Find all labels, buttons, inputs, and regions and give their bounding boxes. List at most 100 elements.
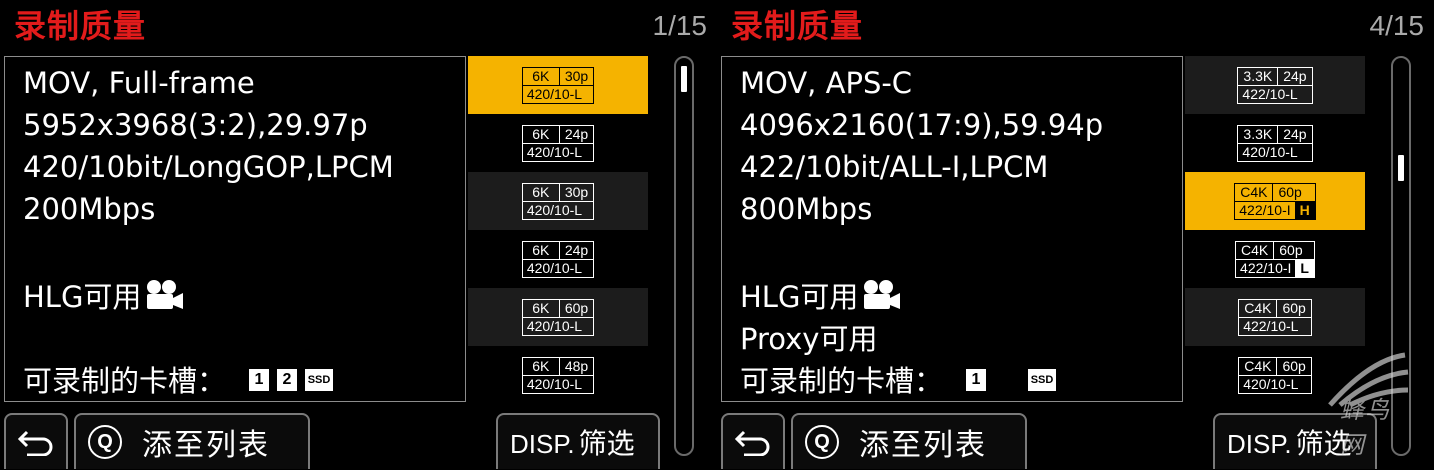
quality-option[interactable]: 6K 30p 420/10-L xyxy=(468,172,648,230)
screen-left: 录制质量 1/15 MOV, Full-frame 5952x3968(3:2)… xyxy=(0,0,717,470)
add-to-list-button[interactable]: Q 添至列表 xyxy=(74,413,310,469)
q-key-icon: Q xyxy=(805,425,839,459)
add-to-list-button[interactable]: Q 添至列表 xyxy=(791,413,1027,469)
format-label: 420/10-L xyxy=(526,143,583,160)
quality-option[interactable]: 6K 30p 420/10-L xyxy=(468,56,648,114)
watermark-text: 蜂鸟网 xyxy=(1340,396,1390,459)
quality-option[interactable]: 6K 24p 420/10-L xyxy=(468,230,648,288)
quality-option[interactable]: C4K 60p 422/10-I H xyxy=(1185,172,1365,230)
info-proxy: Proxy可用 xyxy=(740,322,878,356)
format-label: 422/10-I xyxy=(1240,259,1292,276)
resolution-label: 6K xyxy=(523,241,560,259)
quality-badge-icon: 6K 60p 420/10-L xyxy=(521,298,595,336)
info-container-format: MOV, APS-C xyxy=(740,66,913,100)
movie-camera-icon xyxy=(147,280,183,309)
format-label: 422/10-L xyxy=(1242,85,1298,102)
info-slots-label: 可录制的卡槽： xyxy=(23,364,227,398)
format-label: 420/10-L xyxy=(526,259,583,276)
scrollbar-thumb[interactable] xyxy=(681,66,687,92)
framerate-label: 24p xyxy=(1283,125,1307,142)
info-hlg: HLG可用 xyxy=(740,280,859,314)
info-container-format: MOV, Full-frame xyxy=(23,66,255,100)
menu-title: 录制质量 xyxy=(14,7,147,45)
format-label: 420/10-L xyxy=(526,201,583,218)
framerate-label: 30p xyxy=(564,67,589,84)
framerate-label: 60p xyxy=(1278,183,1302,200)
resolution-label: C4K xyxy=(1239,299,1278,317)
framerate-label: 30p xyxy=(564,183,589,200)
movie-camera-icon xyxy=(864,280,900,309)
quality-badge-icon: 3.3K 24p 422/10-L xyxy=(1237,66,1313,104)
quality-badge-icon: 6K 24p 420/10-L xyxy=(521,124,595,162)
quality-badge-icon: 6K 24p 420/10-L xyxy=(521,240,595,278)
info-slots-label: 可录制的卡槽： xyxy=(740,364,944,398)
resolution-label: 3.3K xyxy=(1238,67,1279,85)
add-to-list-label: 添至列表 xyxy=(142,428,270,463)
framerate-label: 24p xyxy=(564,125,589,142)
info-bitrate: 200Mbps xyxy=(23,192,156,226)
slot-1-icon: 1 xyxy=(249,369,269,391)
resolution-label: 6K xyxy=(523,357,560,375)
quality-option[interactable]: 3.3K 24p 420/10-L xyxy=(1185,114,1365,172)
back-button[interactable] xyxy=(4,413,68,469)
return-arrow-icon xyxy=(734,430,770,456)
disp-key-label: DISP. 筛选 xyxy=(510,427,635,460)
info-hlg: HLG可用 xyxy=(23,280,142,314)
slot-list: 1 SSD xyxy=(966,369,1056,391)
add-to-list-label: 添至列表 xyxy=(859,428,987,463)
scrollbar-thumb[interactable] xyxy=(1398,154,1404,181)
page-indicator: 1/15 xyxy=(652,10,708,41)
quality-option[interactable]: 6K 48p 420/10-L xyxy=(468,346,648,404)
quality-badge-icon: 6K 48p 420/10-L xyxy=(521,356,595,394)
info-bitrate: 800Mbps xyxy=(740,192,873,226)
slot-2-icon: 2 xyxy=(277,369,297,391)
filter-button[interactable]: DISP. 筛选 xyxy=(496,413,660,469)
info-codec: 422/10bit/ALL-I,LPCM xyxy=(740,150,1049,184)
framerate-label: 60p xyxy=(1282,299,1306,316)
format-label: 420/10-L xyxy=(1242,143,1298,160)
page-indicator: 4/15 xyxy=(1369,10,1425,41)
quality-badge-icon: 3.3K 24p 420/10-L xyxy=(1237,124,1313,162)
format-label: 420/10-L xyxy=(526,85,583,102)
format-label: 422/10-L xyxy=(1243,317,1299,334)
resolution-label: C4K xyxy=(1235,183,1274,201)
menu-title: 录制质量 xyxy=(731,7,864,45)
info-resolution: 4096x2160(17:9),59.94p xyxy=(740,108,1104,142)
quality-badge-icon: C4K 60p 422/10-I H xyxy=(1234,182,1316,220)
format-label: 422/10-I xyxy=(1239,201,1291,218)
resolution-label: 3.3K xyxy=(1238,125,1279,143)
quality-badge-icon: 6K 30p 420/10-L xyxy=(521,66,595,104)
scrollbar[interactable] xyxy=(674,56,694,456)
quality-option[interactable]: 6K 60p 420/10-L xyxy=(468,288,648,346)
framerate-label: 60p xyxy=(1279,241,1303,258)
quality-option[interactable]: 6K 24p 420/10-L xyxy=(468,114,648,172)
format-label: 420/10-L xyxy=(1243,375,1299,392)
back-button[interactable] xyxy=(721,413,785,469)
resolution-label: 6K xyxy=(523,183,560,201)
quality-option[interactable]: C4K 60p 422/10-L xyxy=(1185,288,1365,346)
slot-ssd-icon: SSD xyxy=(305,369,333,391)
resolution-label: C4K xyxy=(1236,241,1275,259)
resolution-label: 6K xyxy=(523,67,560,85)
resolution-label: C4K xyxy=(1239,357,1278,375)
quality-option[interactable]: C4K 60p 422/10-I L xyxy=(1185,230,1365,288)
quality-badge-icon: C4K 60p 422/10-I L xyxy=(1235,240,1315,278)
framerate-label: 24p xyxy=(564,241,589,258)
quality-list: 6K 30p 420/10-L 6K 24p 420/10-L 6K 30p 420/10-L 6… xyxy=(468,56,650,404)
resolution-label: 6K xyxy=(523,125,560,143)
quality-badge-icon: C4K 60p 422/10-L xyxy=(1238,298,1312,336)
slot-list: 1 2 SSD xyxy=(249,369,333,391)
framerate-label: 24p xyxy=(1283,67,1307,84)
quality-option[interactable]: 3.3K 24p 422/10-L xyxy=(1185,56,1365,114)
framerate-label: 48p xyxy=(564,357,589,374)
screen-right: 录制质量 4/15 MOV, APS-C 4096x2160(17:9),59.… xyxy=(717,0,1434,470)
quality-badge-icon: 6K 30p 420/10-L xyxy=(521,182,595,220)
info-panel: MOV, Full-frame 5952x3968(3:2),29.97p 42… xyxy=(4,56,466,402)
return-arrow-icon xyxy=(17,430,53,456)
format-label: 420/10-L xyxy=(526,375,583,392)
watermark-logo: 蜂鸟网 xyxy=(1300,350,1410,459)
framerate-label: 60p xyxy=(564,299,589,316)
info-resolution: 5952x3968(3:2),29.97p xyxy=(23,108,368,142)
q-key-icon: Q xyxy=(88,425,122,459)
info-codec: 420/10bit/LongGOP,LPCM xyxy=(23,150,394,184)
